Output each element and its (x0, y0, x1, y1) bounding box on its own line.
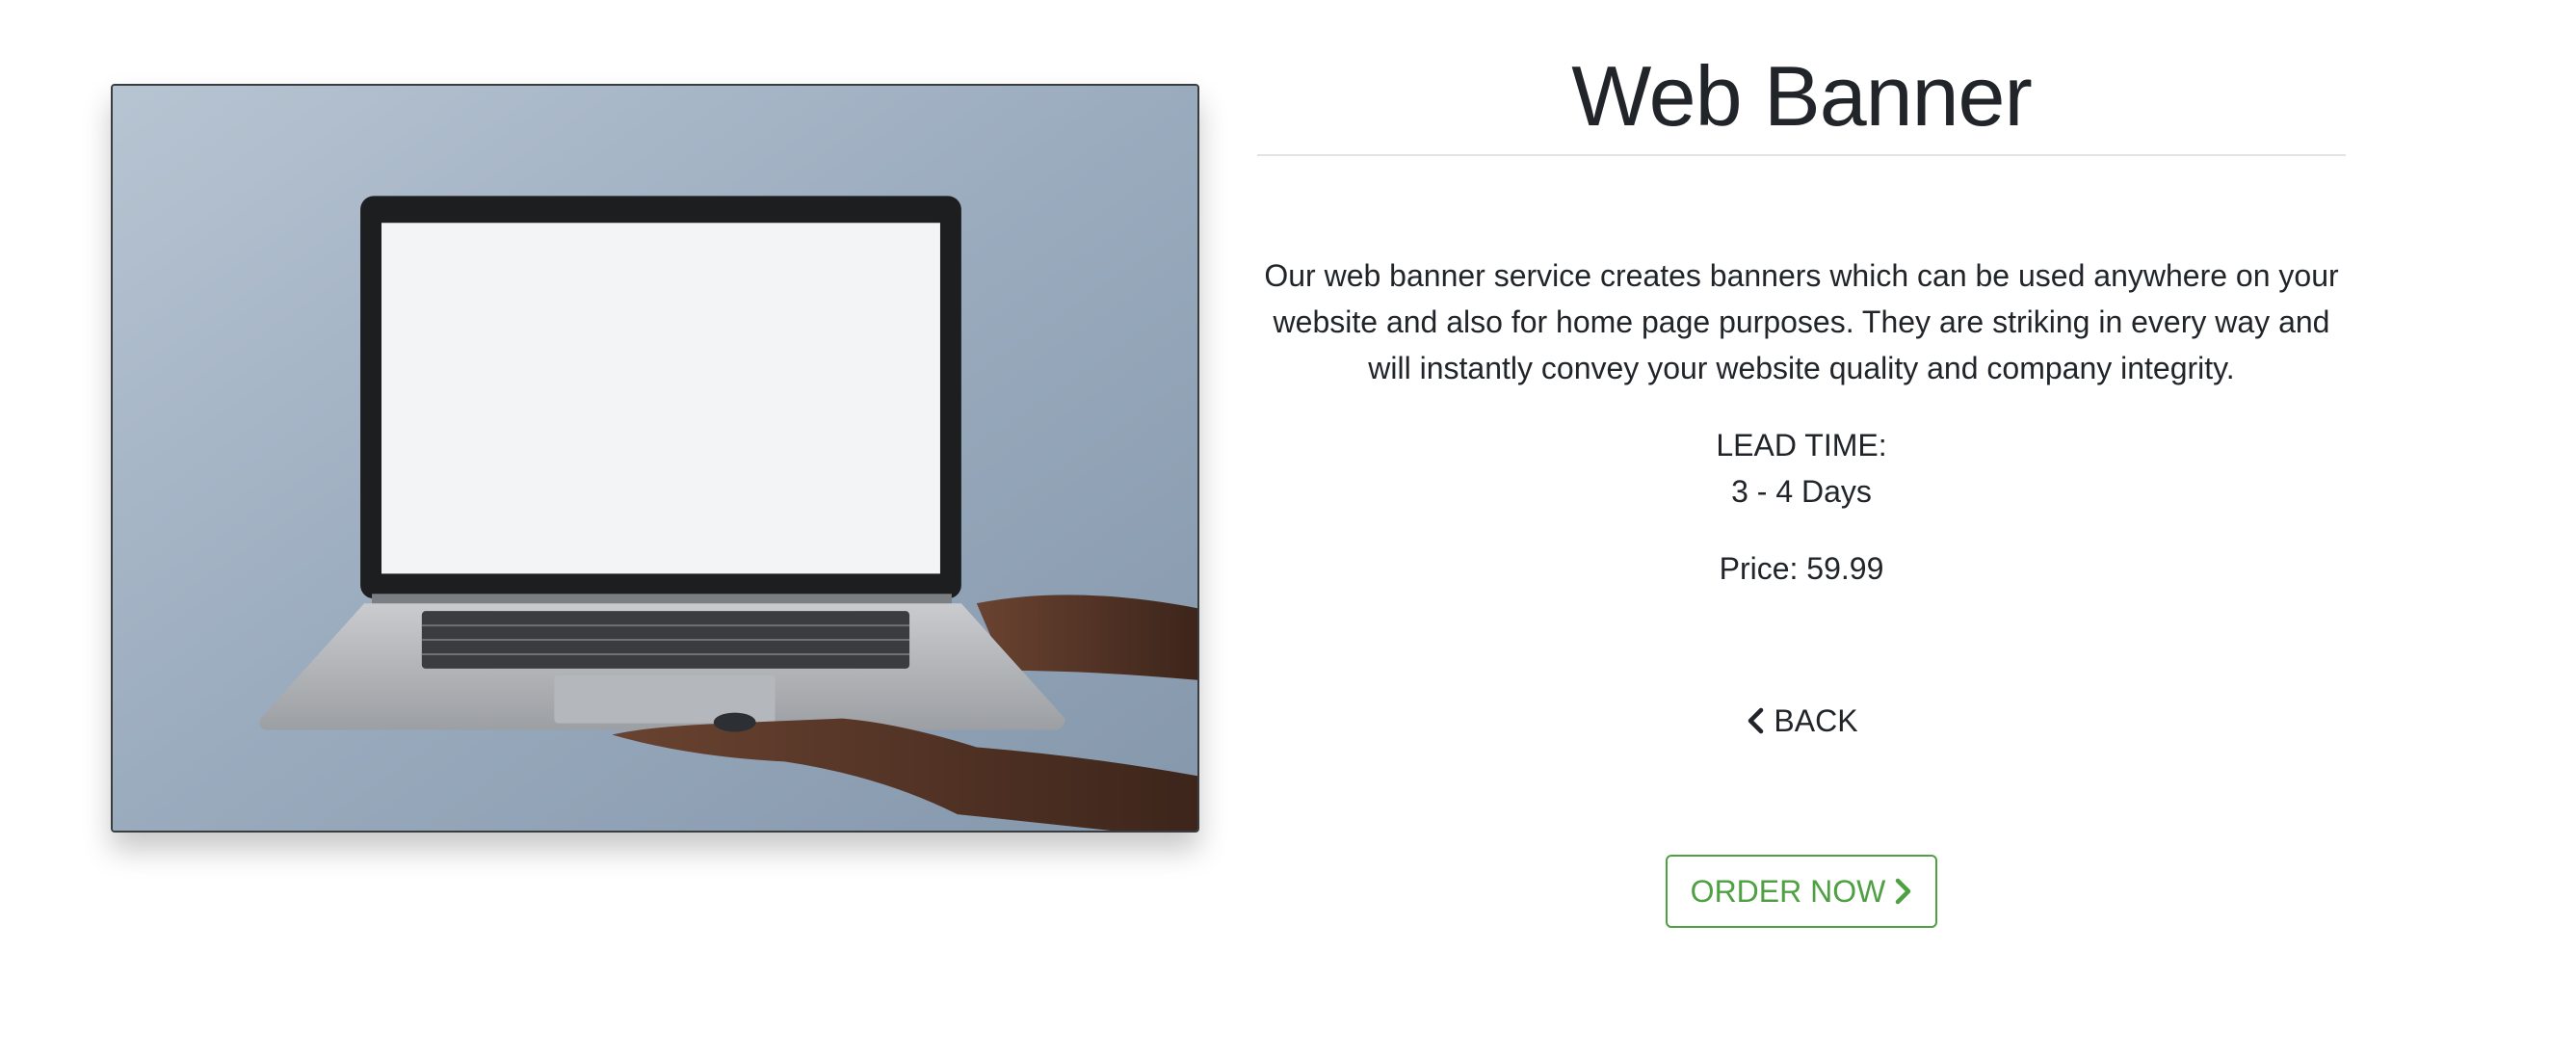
laptop-photo (113, 86, 1197, 831)
product-details: Web Banner Our web banner service create… (1257, 39, 2346, 928)
chevron-right-icon (1896, 878, 1911, 905)
product-description: Our web banner service creates banners w… (1264, 258, 2339, 385)
product-price: Price: 59.99 (1719, 551, 1884, 586)
page-title: Web Banner (1571, 48, 2033, 144)
order-now-button[interactable]: ORDER NOW (1665, 855, 1938, 928)
product-image (111, 84, 1199, 833)
back-label: BACK (1774, 703, 1858, 738)
lead-time-label: LEAD TIME: (1716, 428, 1887, 463)
back-link[interactable]: BACK (1745, 698, 1858, 744)
lead-time: LEAD TIME: 3 - 4 Days (1257, 422, 2346, 515)
order-now-label: ORDER NOW (1690, 873, 1886, 909)
title-divider (1257, 154, 2346, 156)
lead-time-value: 3 - 4 Days (1731, 474, 1872, 509)
chevron-left-icon (1748, 707, 1764, 734)
